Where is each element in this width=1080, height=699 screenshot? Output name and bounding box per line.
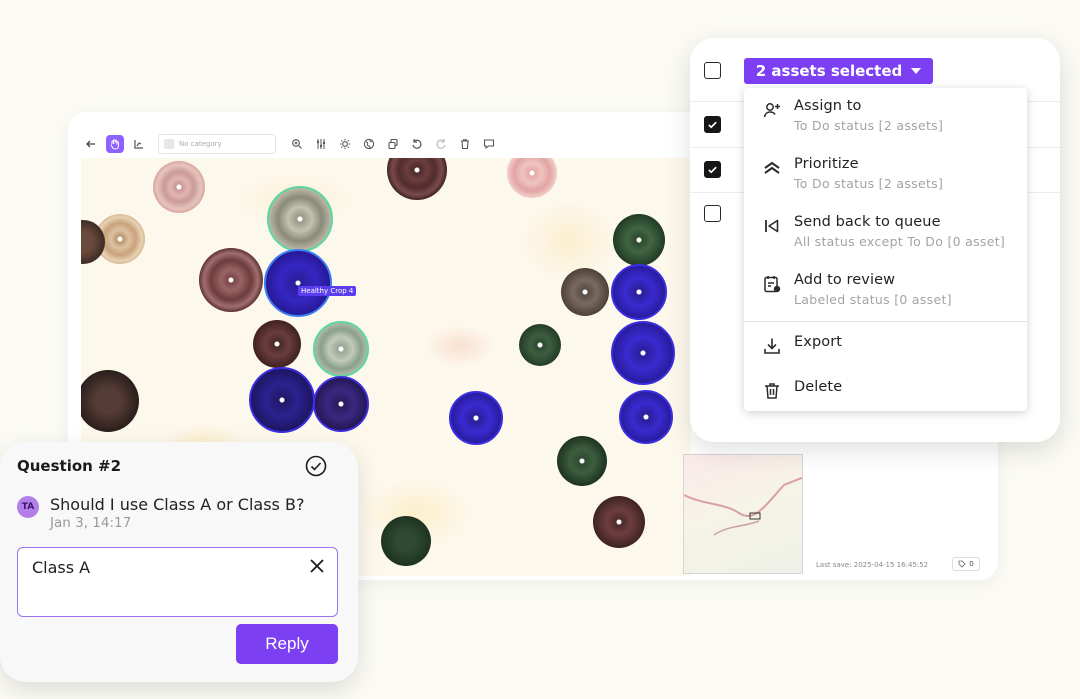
redo-icon[interactable]: [432, 135, 450, 153]
select-all-checkbox[interactable]: [704, 62, 721, 79]
pivot-field: [561, 268, 609, 316]
bulk-actions-button[interactable]: 2 assets selected: [744, 58, 933, 84]
check-icon: [708, 121, 717, 129]
annotation-blue-circle[interactable]: [449, 391, 503, 445]
review-clipboard-icon: [762, 274, 782, 294]
menu-item-delete[interactable]: Delete: [762, 379, 842, 401]
annotation-blue-circle[interactable]: [611, 264, 667, 320]
menu-divider: [744, 321, 1027, 322]
menu-item-title: Add to review: [794, 272, 896, 288]
annotation-green-circle[interactable]: [313, 321, 369, 377]
question-title: Question #2: [17, 457, 122, 475]
answer-input[interactable]: [32, 558, 292, 577]
caret-down-icon: [911, 68, 922, 74]
bulk-actions-menu: Assign to To Do status [2 assets] Priori…: [744, 88, 1027, 411]
asset-row-checkbox[interactable]: [704, 116, 721, 133]
pivot-field: [387, 158, 447, 200]
check-icon: [708, 166, 717, 174]
asset-row-checkbox[interactable]: [704, 205, 721, 222]
question-text: Should I use Class A or Class B?: [50, 495, 305, 514]
menu-item-subtitle: Labeled status [0 asset]: [794, 292, 952, 307]
brightness-icon[interactable]: [336, 135, 354, 153]
export-download-icon: [762, 336, 782, 356]
menu-item-title: Assign to: [794, 98, 862, 114]
annotation-blue-circle[interactable]: [313, 376, 369, 432]
menu-item-send-back[interactable]: Send back to queue All status except To …: [762, 214, 1005, 249]
pivot-field: [81, 370, 139, 432]
close-icon[interactable]: [309, 558, 325, 574]
annotation-label: Healthy Crop 4: [298, 286, 357, 296]
pivot-field: [253, 320, 301, 368]
pivot-field: [519, 324, 561, 366]
trash-toolbar-icon[interactable]: [456, 135, 474, 153]
menu-item-subtitle: To Do status [2 assets]: [794, 118, 944, 133]
question-date: Jan 3, 14:17: [50, 515, 132, 531]
annotation-blue-circle[interactable]: [249, 367, 315, 433]
zoom-icon[interactable]: [288, 135, 306, 153]
category-swatch: [164, 139, 174, 149]
send-back-icon: [762, 216, 782, 236]
pivot-field: [593, 496, 645, 548]
comment-icon[interactable]: [480, 135, 498, 153]
menu-item-add-review[interactable]: Add to review Labeled status [0 asset]: [762, 272, 952, 307]
pivot-field: [613, 214, 665, 266]
pan-hand-icon[interactable]: [106, 135, 124, 153]
menu-item-title: Export: [794, 334, 843, 350]
menu-item-subtitle: All status except To Do [0 asset]: [794, 234, 1006, 249]
assign-user-icon: [762, 100, 782, 120]
comment-count: 0: [969, 560, 974, 568]
pivot-field: [507, 158, 557, 198]
avatar: TA: [17, 496, 39, 518]
answer-field[interactable]: [17, 547, 338, 617]
menu-item-title: Send back to queue: [794, 214, 941, 230]
trash-icon: [762, 381, 782, 401]
menu-item-title: Delete: [794, 379, 843, 395]
pivot-field: [199, 248, 263, 312]
adjust-sliders-icon[interactable]: [312, 135, 330, 153]
menu-item-prioritize[interactable]: Prioritize To Do status [2 assets]: [762, 156, 943, 191]
annotation-blue-circle[interactable]: [619, 390, 673, 444]
asset-row-checkbox[interactable]: [704, 161, 721, 178]
reply-button[interactable]: Reply: [236, 624, 338, 664]
tag-icon: [958, 560, 966, 568]
annotation-blue-circle[interactable]: [264, 249, 332, 317]
menu-item-export[interactable]: Export: [762, 334, 842, 356]
undo-icon[interactable]: [408, 135, 426, 153]
polyline-tool-icon[interactable]: [130, 135, 148, 153]
pivot-field: [381, 516, 431, 566]
minimap[interactable]: [683, 454, 803, 574]
comment-counter[interactable]: 0: [952, 557, 980, 571]
menu-item-title: Prioritize: [794, 156, 859, 172]
menu-item-subtitle: To Do status [2 assets]: [794, 176, 944, 191]
globe-icon[interactable]: [360, 135, 378, 153]
resolve-check-icon[interactable]: [305, 455, 327, 477]
category-select[interactable]: No category: [158, 134, 276, 154]
pivot-field: [557, 436, 607, 486]
last-save-status: Last save: 2025-04-15 16:45:52: [816, 561, 929, 569]
annotation-blue-circle[interactable]: [611, 321, 675, 385]
pivot-field: [153, 161, 205, 213]
copy-icon[interactable]: [384, 135, 402, 153]
editor-toolbar: No category: [82, 132, 498, 156]
category-placeholder: No category: [179, 140, 222, 148]
bulk-actions-label: 2 assets selected: [755, 62, 903, 80]
annotation-green-circle[interactable]: [267, 186, 333, 252]
prioritize-chevrons-icon: [762, 158, 782, 178]
question-card: Question #2 TA Should I use Class A or C…: [0, 442, 358, 682]
menu-item-assign[interactable]: Assign to To Do status [2 assets]: [762, 98, 943, 133]
back-arrow-icon[interactable]: [82, 135, 100, 153]
